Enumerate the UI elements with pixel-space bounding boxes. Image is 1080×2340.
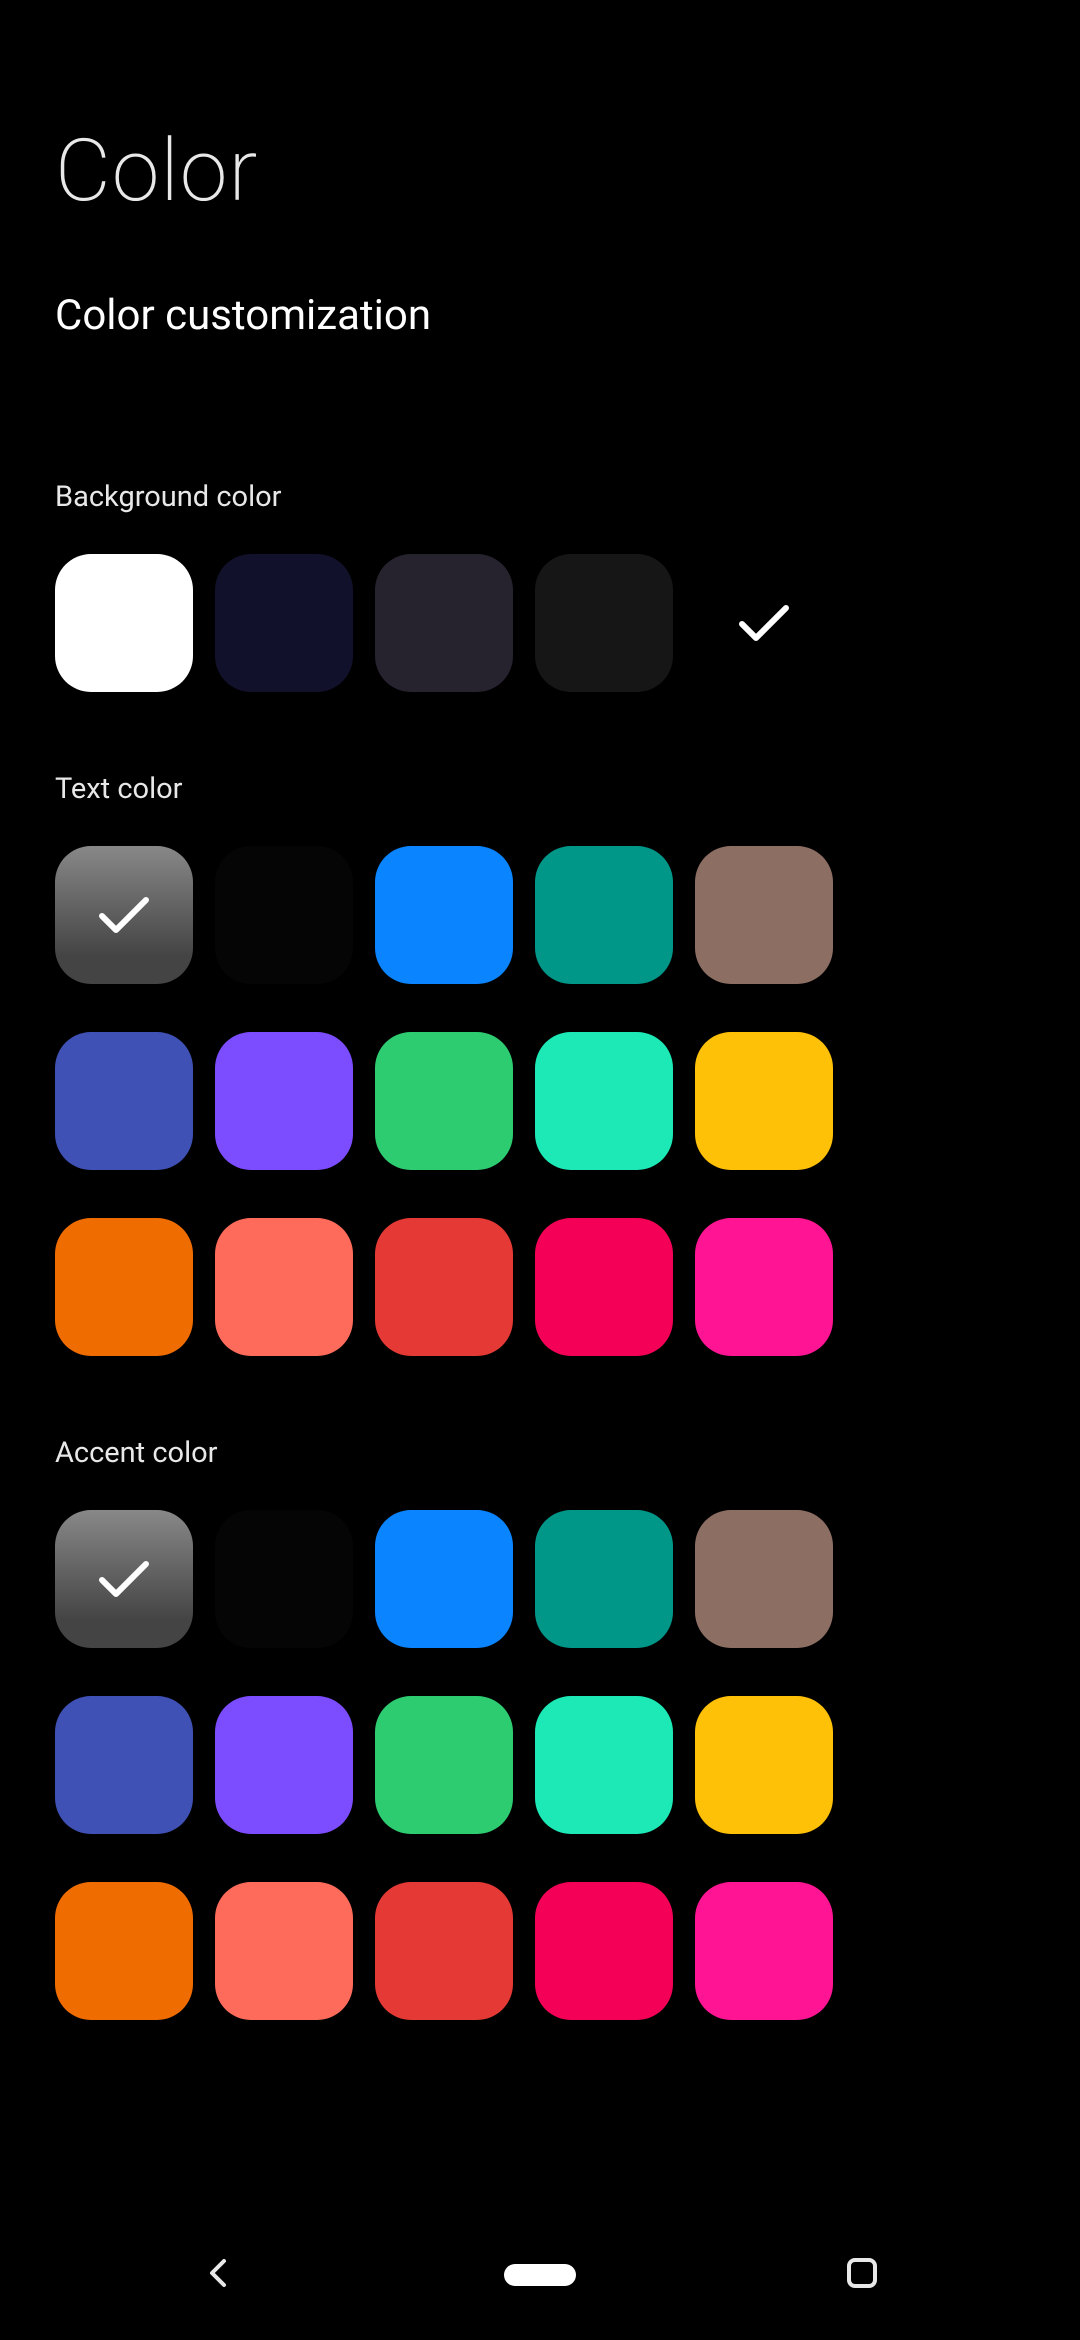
accent-swatch-6[interactable] bbox=[215, 1696, 353, 1834]
checkmark-icon bbox=[98, 896, 150, 934]
text-row bbox=[55, 846, 1025, 984]
background-swatch-1[interactable] bbox=[215, 554, 353, 692]
background-color-row bbox=[55, 554, 1025, 692]
text-swatch-7[interactable] bbox=[375, 1032, 513, 1170]
text-color-grid bbox=[55, 846, 1025, 1356]
nav-recent-button[interactable] bbox=[844, 2255, 880, 2295]
text-swatch-1[interactable] bbox=[215, 846, 353, 984]
nav-back-button[interactable] bbox=[200, 2255, 236, 2295]
accent-swatch-5[interactable] bbox=[55, 1696, 193, 1834]
text-row bbox=[55, 1218, 1025, 1356]
accent-swatch-7[interactable] bbox=[375, 1696, 513, 1834]
checkmark-icon bbox=[738, 604, 790, 642]
text-row bbox=[55, 1032, 1025, 1170]
back-icon bbox=[200, 2255, 236, 2291]
accent-color-section: Accent color bbox=[55, 1436, 1025, 2020]
accent-swatch-12[interactable] bbox=[375, 1882, 513, 2020]
accent-swatch-10[interactable] bbox=[55, 1882, 193, 2020]
text-swatch-10[interactable] bbox=[55, 1218, 193, 1356]
text-swatch-5[interactable] bbox=[55, 1032, 193, 1170]
text-swatch-0[interactable] bbox=[55, 846, 193, 984]
accent-row bbox=[55, 1882, 1025, 2020]
text-swatch-14[interactable] bbox=[695, 1218, 833, 1356]
text-swatch-6[interactable] bbox=[215, 1032, 353, 1170]
checkmark-icon bbox=[98, 1560, 150, 1598]
text-color-section: Text color bbox=[55, 772, 1025, 1356]
recent-icon bbox=[844, 2255, 880, 2291]
accent-row bbox=[55, 1696, 1025, 1834]
accent-swatch-9[interactable] bbox=[695, 1696, 833, 1834]
text-swatch-8[interactable] bbox=[535, 1032, 673, 1170]
accent-swatch-0[interactable] bbox=[55, 1510, 193, 1648]
accent-swatch-4[interactable] bbox=[695, 1510, 833, 1648]
nav-home-button[interactable] bbox=[504, 2264, 576, 2286]
background-swatch-0[interactable] bbox=[55, 554, 193, 692]
text-swatch-12[interactable] bbox=[375, 1218, 513, 1356]
text-swatch-11[interactable] bbox=[215, 1218, 353, 1356]
accent-swatch-3[interactable] bbox=[535, 1510, 673, 1648]
accent-swatch-11[interactable] bbox=[215, 1882, 353, 2020]
accent-swatch-14[interactable] bbox=[695, 1882, 833, 2020]
navigation-bar bbox=[0, 2210, 1080, 2340]
accent-swatch-13[interactable] bbox=[535, 1882, 673, 2020]
text-swatch-2[interactable] bbox=[375, 846, 513, 984]
page-title: Color bbox=[55, 120, 1025, 221]
accent-swatch-8[interactable] bbox=[535, 1696, 673, 1834]
text-swatch-13[interactable] bbox=[535, 1218, 673, 1356]
accent-swatch-2[interactable] bbox=[375, 1510, 513, 1648]
accent-color-label: Accent color bbox=[55, 1436, 1025, 1470]
page-subtitle: Color customization bbox=[55, 291, 1025, 340]
accent-swatch-1[interactable] bbox=[215, 1510, 353, 1648]
text-swatch-3[interactable] bbox=[535, 846, 673, 984]
text-color-label: Text color bbox=[55, 772, 1025, 806]
background-swatch-3[interactable] bbox=[535, 554, 673, 692]
background-swatch-2[interactable] bbox=[375, 554, 513, 692]
accent-color-grid bbox=[55, 1510, 1025, 2020]
background-swatch-4[interactable] bbox=[695, 554, 833, 692]
background-color-section: Background color bbox=[55, 480, 1025, 692]
text-swatch-4[interactable] bbox=[695, 846, 833, 984]
text-swatch-9[interactable] bbox=[695, 1032, 833, 1170]
background-color-label: Background color bbox=[55, 480, 1025, 514]
accent-row bbox=[55, 1510, 1025, 1648]
